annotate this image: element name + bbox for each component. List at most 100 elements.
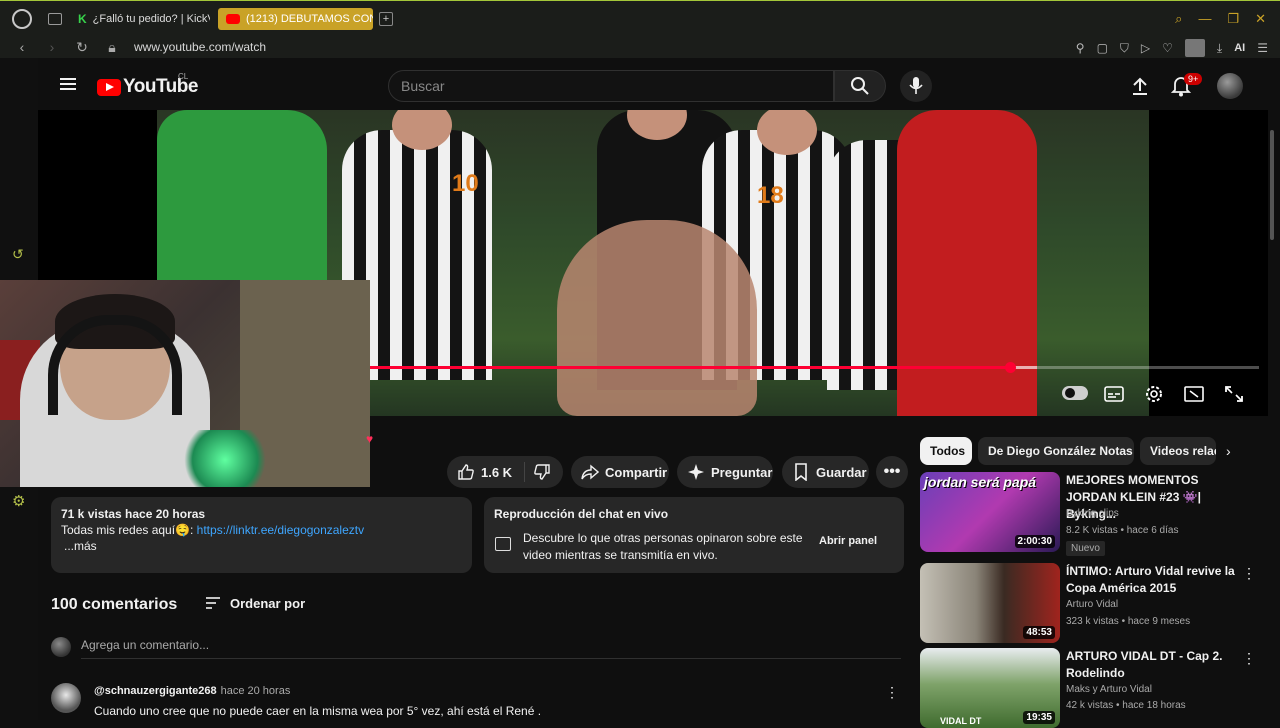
recommended-video[interactable]: VIDAL DT 19:35 ARTURO VIDAL DT - Cap 2. … <box>920 648 1260 728</box>
progress-scrubber[interactable] <box>1004 362 1016 373</box>
browser-tab-youtube[interactable]: (1213) DEBUTAMOS CON <box>218 7 373 30</box>
description-line: Todas mis redes aquí🤤: https://linktr.ee… <box>61 523 462 537</box>
video-menu-icon[interactable]: ⋮ <box>1242 650 1256 667</box>
video-thumbnail[interactable]: VIDAL DT 19:35 <box>920 648 1060 728</box>
like-button[interactable] <box>457 463 475 481</box>
search-button[interactable] <box>834 70 886 102</box>
miniplayer-icon[interactable] <box>1184 385 1204 403</box>
comment-input[interactable] <box>81 638 901 659</box>
thumbs-down-icon <box>534 464 550 480</box>
comment-author[interactable]: @schnauzergigante268 <box>94 685 217 697</box>
video-menu-icon[interactable]: ⋮ <box>1242 565 1256 582</box>
restore-icon[interactable]: ❐ <box>1227 11 1239 27</box>
video-title[interactable]: ARTURO VIDAL DT - Cap 2. Rodelindo <box>1066 648 1236 682</box>
download-icon[interactable]: ⤓ <box>1217 41 1222 56</box>
video-stats: 42 k vistas • hace 18 horas <box>1066 700 1186 711</box>
comments-count: 100 comentarios <box>51 596 178 613</box>
fullscreen-icon[interactable] <box>1224 385 1244 403</box>
video-thumbnail[interactable]: 48:53 <box>920 563 1060 643</box>
heart-icon[interactable]: ♡ <box>1162 41 1173 55</box>
save-label: Guardar <box>816 464 867 480</box>
comment-time[interactable]: hace 20 horas <box>221 685 291 697</box>
chip-all[interactable]: Todos <box>920 437 972 465</box>
address-bar: ‹ › ↻ 🔒︎ www.youtube.com/watch ⚲ ▢ ⛉ ▷ ♡… <box>0 36 1280 58</box>
video-stats: 8.2 K vistas • hace 6 días <box>1066 525 1179 536</box>
play-icon[interactable]: ▷ <box>1141 41 1150 55</box>
search-box <box>388 70 834 102</box>
channel-name[interactable]: Maks y Arturo Vidal <box>1066 684 1152 695</box>
region-code: CL <box>178 72 189 81</box>
menu-icon[interactable]: ☰ <box>1257 41 1268 55</box>
recommended-video[interactable]: jordan será papá 2:00:30 MEJORES MOMENTO… <box>920 472 1260 556</box>
pin-icon[interactable]: ⚲ <box>1076 41 1085 55</box>
snapshot-icon[interactable]: ▢ <box>1097 41 1108 55</box>
video-duration: 48:53 <box>1023 626 1055 639</box>
open-panel-button[interactable]: Abrir panel <box>819 535 877 547</box>
bookmark-icon <box>792 463 810 481</box>
search-icon <box>851 77 869 95</box>
comment-header: @schnauzergigante268 hace 20 horas <box>94 685 290 697</box>
ai-button[interactable]: AI <box>1234 42 1245 54</box>
profile-avatar[interactable] <box>1217 73 1243 99</box>
browser-tab-label: ¿Falló tu pedido? | KickVie <box>92 12 210 25</box>
url-field[interactable]: www.youtube.com/watch <box>134 40 266 54</box>
settings-gear-icon[interactable]: ⚙ <box>12 492 25 510</box>
video-person-red <box>897 110 1037 416</box>
avatar <box>51 637 71 657</box>
new-tab-button[interactable]: + <box>379 11 393 26</box>
comment-author-avatar[interactable] <box>51 683 81 713</box>
channel-name[interactable]: Byking clips <box>1066 508 1119 519</box>
chat-replay-title: Reproducción del chat en vivo <box>494 507 669 521</box>
save-button[interactable]: Guardar <box>782 456 869 488</box>
back-icon[interactable]: ‹ <box>14 39 30 55</box>
tab-manager-icon[interactable] <box>48 12 62 25</box>
description-link[interactable]: https://linktr.ee/diegogonzaleztv <box>197 523 364 537</box>
dislike-button[interactable] <box>533 463 551 481</box>
video-duration: 19:35 <box>1023 711 1055 724</box>
browser-tab-kickview[interactable]: K ¿Falló tu pedido? | KickVie <box>70 8 210 30</box>
page-scrollbar[interactable] <box>1270 130 1274 240</box>
sort-by-button[interactable]: Ordenar por <box>230 596 305 611</box>
voice-search-button[interactable] <box>900 70 932 102</box>
ask-button[interactable]: Preguntar <box>677 456 773 488</box>
minimize-icon[interactable]: — <box>1198 11 1211 27</box>
opera-logo-icon[interactable] <box>12 8 32 29</box>
channel-name[interactable]: Arturo Vidal <box>1066 599 1118 610</box>
search-icon[interactable]: ⌕ <box>1175 11 1182 27</box>
shield-icon[interactable]: ⛉ <box>1120 41 1129 56</box>
chip-related[interactable]: Videos relac <box>1140 437 1216 465</box>
browser-tab-label: (1213) DEBUTAMOS CON <box>246 12 373 25</box>
share-button[interactable]: Compartir <box>571 456 669 488</box>
comment-menu-icon[interactable]: ⋮ <box>885 684 899 701</box>
extension-avatar-icon[interactable] <box>1184 39 1205 57</box>
more-actions-button[interactable]: ••• <box>876 456 908 488</box>
forward-icon[interactable]: › <box>44 39 60 55</box>
thumbnail-text: VIDAL DT <box>940 716 982 726</box>
search-input[interactable] <box>401 78 801 94</box>
chip-from-channel[interactable]: De Diego González Notas <box>978 437 1134 465</box>
hamburger-menu-icon[interactable] <box>60 78 76 90</box>
upload-icon[interactable] <box>1130 76 1150 96</box>
notification-badge: 9+ <box>1184 73 1203 85</box>
close-icon[interactable]: ✕ <box>1255 11 1266 27</box>
video-title[interactable]: ÍNTIMO: Arturo Vidal revive la Copa Amér… <box>1066 563 1236 597</box>
settings-gear-icon[interactable] <box>1144 385 1164 403</box>
ask-label: Preguntar <box>711 464 773 480</box>
sort-icon[interactable] <box>205 596 221 610</box>
recommended-video[interactable]: 48:53 ÍNTIMO: Arturo Vidal revive la Cop… <box>920 563 1260 643</box>
progress-bar[interactable] <box>369 362 1259 373</box>
microphone-icon <box>909 77 923 94</box>
show-more-link[interactable]: ...más <box>64 539 462 553</box>
video-thumbnail[interactable]: jordan será papá 2:00:30 <box>920 472 1060 552</box>
video-duration: 2:00:30 <box>1014 535 1055 548</box>
history-icon[interactable]: ↺ <box>12 246 24 263</box>
lock-icon: 🔒︎ <box>108 38 116 55</box>
autoplay-toggle[interactable] <box>1062 386 1088 400</box>
chevron-right-icon[interactable]: › <box>1226 443 1231 459</box>
description-box[interactable]: 71 k vistas hace 20 horas Todas mis rede… <box>51 497 472 573</box>
extension-toolbar: ⚲ ▢ ⛉ ▷ ♡ ⤓ AI ☰ <box>1076 39 1268 57</box>
subtitles-icon[interactable] <box>1104 385 1124 403</box>
jersey-number: 18 <box>757 182 784 209</box>
reload-icon[interactable]: ↻ <box>74 39 90 56</box>
webcam-green-light <box>180 430 270 487</box>
